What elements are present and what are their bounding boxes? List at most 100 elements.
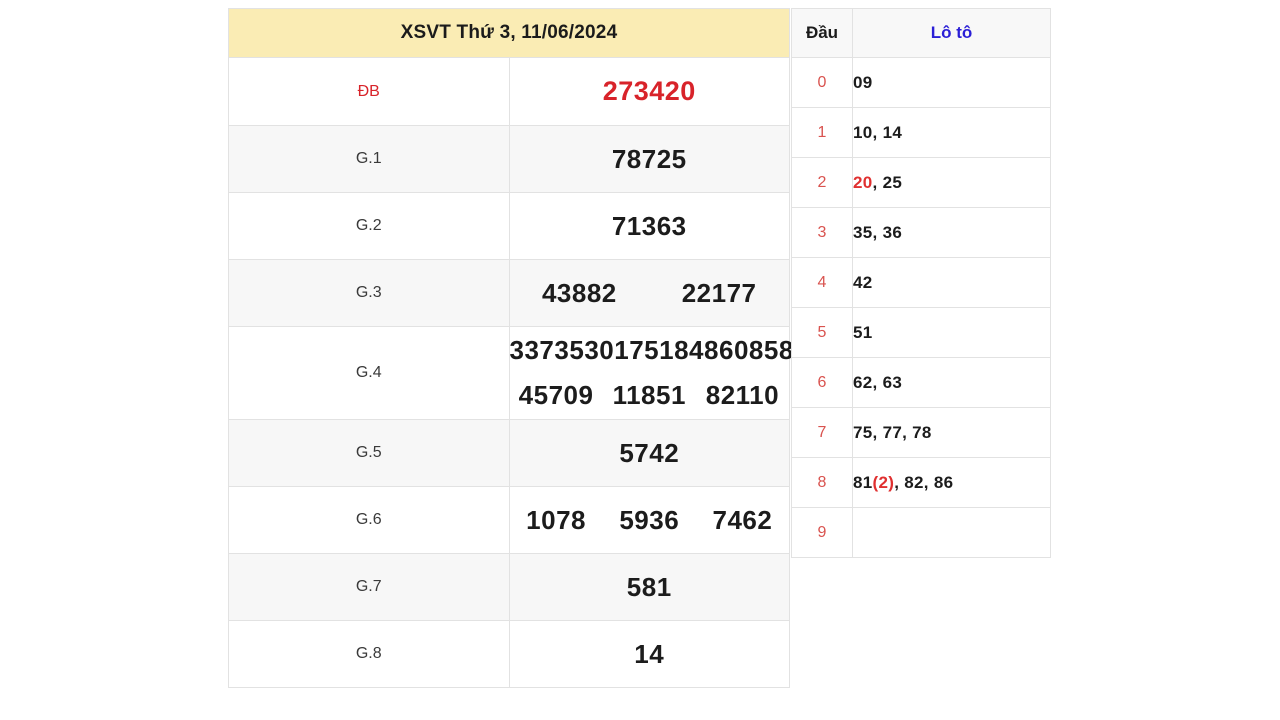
loto-dau-digit: 4 [791, 257, 853, 308]
loto-numbers-cell [852, 507, 1051, 558]
loto-number: 20 [853, 172, 873, 192]
prize-numbers-cell: 71363 [508, 192, 790, 260]
prize-number: 22177 [681, 277, 757, 308]
loto-header-dau: Đầu [791, 8, 853, 58]
prize-row: G.7 581 [228, 553, 790, 621]
loto-numbers-cell: 51 [852, 307, 1051, 358]
loto-dau-digit: 6 [791, 357, 853, 408]
prize-number: 5742 [619, 437, 680, 468]
prize-row: G.6 1078 5936 7462 [228, 486, 790, 554]
loto-number: 81 [853, 472, 873, 492]
loto-numbers-cell: 20, 25 [852, 157, 1051, 208]
results-table: XSVT Thứ 3, 11/06/2024 ĐB 273420 G.1 78725 G… [228, 8, 809, 688]
prize-number: 18486 [659, 335, 734, 365]
loto-number: 36 [882, 222, 903, 242]
loto-row: 2 20, 25 [791, 157, 1051, 208]
prize-number: 7462 [712, 504, 773, 535]
prize-number: 14 [634, 638, 665, 669]
prize-label: G.1 [228, 125, 510, 193]
prize-number-line: 33735 30175 18486 08581 [509, 335, 809, 366]
loto-row: 1 10, 14 [791, 107, 1051, 158]
loto-number: 51 [853, 322, 873, 342]
loto-numbers-cell: 62, 63 [852, 357, 1051, 408]
prize-number-stack: 33735 30175 18486 08581 45709 11851 82110 [509, 331, 809, 415]
prize-number: 5936 [619, 504, 680, 535]
loto-number: 35 [853, 222, 873, 242]
loto-row: 6 62, 63 [791, 357, 1051, 408]
loto-separator: , [923, 472, 934, 492]
loto-numbers-cell: 09 [852, 57, 1051, 108]
loto-number: 63 [882, 372, 903, 392]
prize-number: 30175 [584, 335, 660, 365]
loto-numbers-cell: 81(2), 82, 86 [852, 457, 1051, 508]
prize-label: G.2 [228, 192, 510, 260]
loto-number: 25 [882, 172, 903, 192]
prize-number: 581 [626, 571, 672, 602]
prize-number-line: 581 [510, 572, 790, 603]
prize-label: G.3 [228, 259, 510, 327]
prize-numbers-cell: 273420 [508, 57, 790, 126]
prize-number: 82110 [705, 380, 780, 410]
loto-dau-digit: 1 [791, 107, 853, 158]
prize-row: G.8 14 [228, 620, 790, 688]
loto-table: Đầu Lô tô 0 09 1 10, 14 2 20, 25 3 35, 36 4 42 5 51… [791, 8, 1051, 558]
prize-label: G.6 [228, 486, 510, 554]
prize-number-line: 71363 [510, 211, 790, 242]
prize-number-line: 45709 11851 82110 [510, 380, 790, 411]
loto-dau-digit: 3 [791, 207, 853, 258]
loto-dau-digit: 5 [791, 307, 853, 358]
loto-header-row: Đầu Lô tô [791, 8, 1051, 58]
loto-duplicate-count: (2) [872, 472, 895, 492]
loto-table-body: Đầu Lô tô 0 09 1 10, 14 2 20, 25 3 35, 36 4 42 5 51… [791, 8, 1051, 558]
loto-row: 4 42 [791, 257, 1051, 308]
prize-number: 43882 [541, 277, 617, 308]
loto-number: 42 [853, 272, 873, 292]
loto-separator: , [872, 372, 883, 392]
lottery-results-page: XSVT Thứ 3, 11/06/2024 ĐB 273420 G.1 78725 G… [0, 0, 1280, 720]
loto-row: 7 75, 77, 78 [791, 407, 1051, 458]
prize-number-line: 1078 5936 7462 [510, 505, 790, 536]
prize-row: G.4 33735 30175 18486 08581 45709 11851 82110 [228, 326, 809, 420]
loto-number: 14 [882, 122, 903, 142]
loto-dau-digit: 0 [791, 57, 853, 108]
results-header-row: XSVT Thứ 3, 11/06/2024 [228, 8, 790, 58]
prize-number-line: 14 [510, 639, 790, 670]
loto-numbers-cell: 75, 77, 78 [852, 407, 1051, 458]
prize-number: 33735 [509, 335, 585, 365]
loto-row: 8 81(2), 82, 86 [791, 457, 1051, 508]
prize-number-line: 273420 [510, 76, 790, 107]
loto-dau-digit: 7 [791, 407, 853, 458]
prize-numbers-cell: 5742 [508, 419, 790, 487]
prize-label: G.8 [228, 620, 510, 688]
prize-number: 45709 [518, 380, 594, 410]
prize-row: G.2 71363 [228, 192, 790, 260]
prize-row: G.1 78725 [228, 125, 790, 193]
prize-numbers-cell: 78725 [508, 125, 790, 193]
prize-row: G.5 5742 [228, 419, 790, 487]
results-table-body: XSVT Thứ 3, 11/06/2024 ĐB 273420 G.1 78725 G… [228, 8, 809, 688]
prize-number: 71363 [611, 210, 687, 241]
prize-number: 273420 [602, 76, 696, 106]
loto-row: 0 09 [791, 57, 1051, 108]
loto-numbers-cell: 42 [852, 257, 1051, 308]
prize-label: G.5 [228, 419, 510, 487]
loto-separator: , [872, 422, 883, 442]
loto-header-loto: Lô tô [852, 8, 1051, 58]
loto-separator: , [894, 472, 905, 492]
loto-row: 9 [791, 507, 1051, 558]
prize-number-line: 78725 [510, 144, 790, 175]
loto-number: 78 [912, 422, 932, 442]
loto-number: 62 [853, 372, 873, 392]
loto-separator: , [872, 222, 883, 242]
loto-dau-digit: 8 [791, 457, 853, 508]
loto-dau-digit: 9 [791, 507, 853, 558]
loto-number: 10 [853, 122, 873, 142]
loto-numbers-cell: 10, 14 [852, 107, 1051, 158]
prize-numbers-cell: 43882 22177 [508, 259, 790, 327]
loto-separator: , [872, 172, 883, 192]
loto-separator: , [872, 122, 883, 142]
loto-number: 09 [853, 72, 873, 92]
loto-row: 5 51 [791, 307, 1051, 358]
prize-number-line: 5742 [510, 438, 790, 469]
loto-row: 3 35, 36 [791, 207, 1051, 258]
